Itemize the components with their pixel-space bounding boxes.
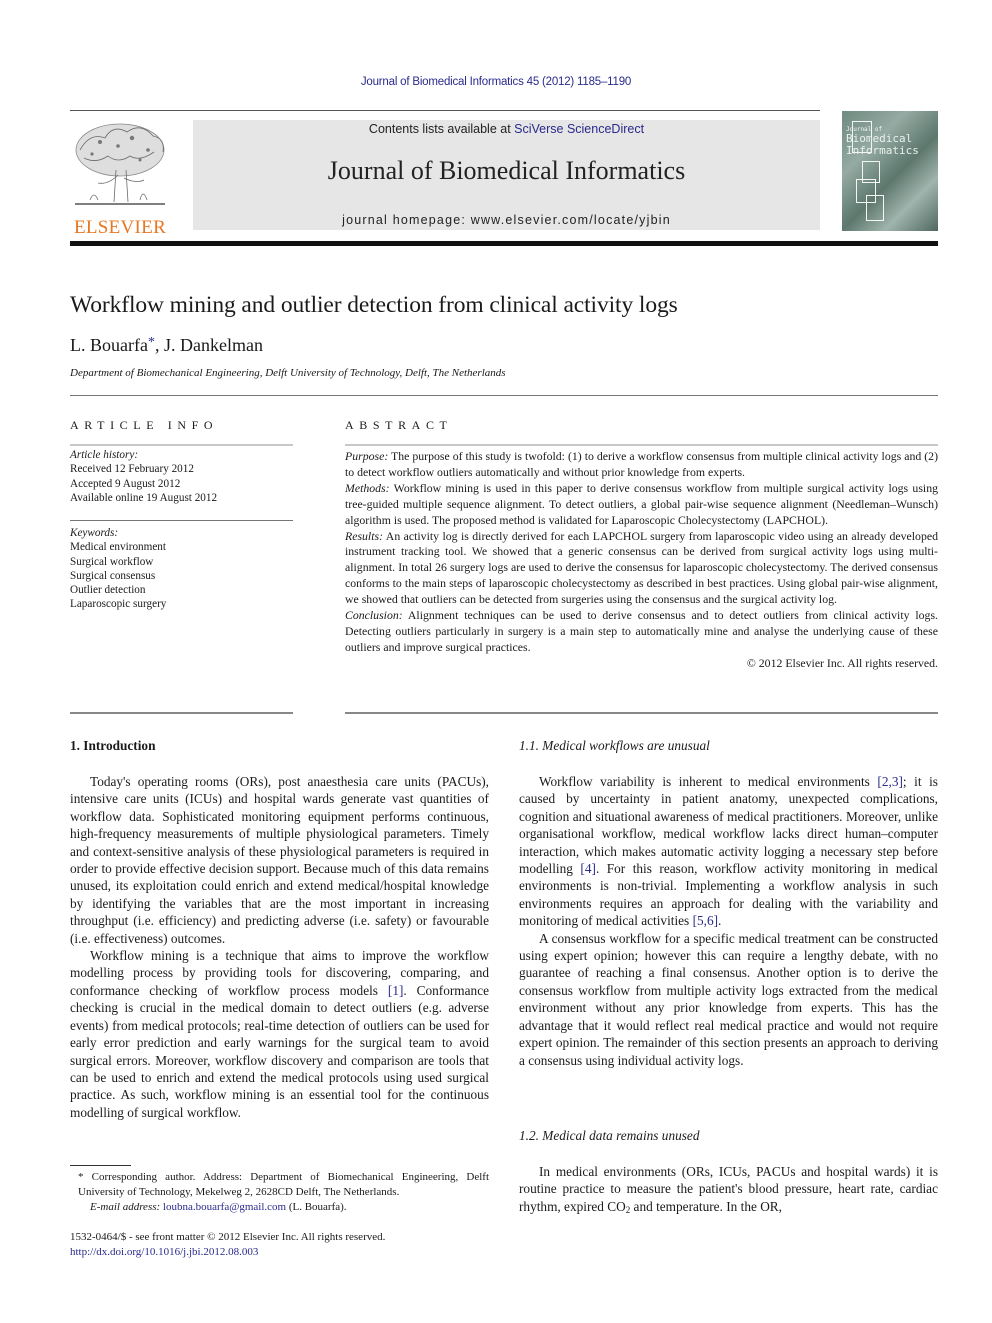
email-suffix: (L. Bouarfa).	[286, 1201, 347, 1213]
text-run: Workflow variability is inherent to medi…	[539, 774, 878, 789]
title-rule	[70, 395, 938, 396]
paragraph: In medical environments (ORs, ICUs, PACU…	[519, 1163, 938, 1215]
body-column-left: Today's operating rooms (ORs), post anae…	[70, 773, 489, 1121]
keyword-item: Surgical workflow	[70, 555, 154, 568]
keywords-rule	[70, 520, 293, 521]
article-info-end-rule	[70, 712, 293, 714]
reference-link[interactable]: [1]	[388, 983, 404, 998]
conclusion-label: Conclusion:	[345, 608, 403, 623]
elsevier-logo[interactable]: ELSEVIER	[70, 120, 170, 238]
email-label: E-mail address:	[90, 1201, 161, 1213]
purpose-label: Purpose:	[345, 449, 389, 463]
subsection-heading-1-1: 1.1. Medical workflows are unusual	[519, 738, 710, 753]
journal-cover-image[interactable]: Journal of Biomedical Informatics	[842, 111, 938, 231]
paragraph: A consensus workflow for a specific medi…	[519, 930, 938, 1068]
contents-prefix: Contents lists available at	[368, 122, 515, 136]
history-online: Available online 19 August 2012	[70, 491, 218, 504]
paragraph: Today's operating rooms (ORs), post anae…	[70, 774, 489, 946]
abstract-rule	[345, 444, 938, 446]
journal-banner: Contents lists available at SciVerse Sci…	[193, 120, 820, 230]
author-name: L. Bouarfa	[70, 335, 148, 355]
journal-homepage[interactable]: journal homepage: www.elsevier.com/locat…	[193, 213, 820, 227]
author-list: L. Bouarfa*, J. Dankelman	[70, 335, 263, 356]
text-run: and temperature. In the OR,	[630, 1198, 782, 1214]
corresponding-author-note: * Corresponding author. Address: Departm…	[78, 1171, 489, 1198]
keyword-item: Medical environment	[70, 541, 166, 554]
cover-decor-box	[866, 195, 884, 221]
abstract-end-rule	[345, 712, 938, 714]
footnote-rule	[70, 1165, 131, 1166]
history-received: Received 12 February 2012	[70, 463, 194, 476]
publisher-wordmark: ELSEVIER	[73, 217, 167, 238]
cover-title: Journal of Biomedical Informatics	[846, 127, 919, 157]
email-link[interactable]: loubna.bouarfa@gmail.com	[163, 1201, 286, 1213]
header-thick-rule	[70, 241, 938, 246]
abstract-results: Results: An activity log is directly der…	[345, 529, 938, 609]
body-column-right-lower: In medical environments (ORs, ICUs, PACU…	[519, 1163, 938, 1215]
footnote: * Corresponding author. Address: Departm…	[70, 1170, 489, 1215]
section-heading-introduction: 1. Introduction	[70, 738, 156, 753]
corresponding-author-marker[interactable]: *	[148, 335, 155, 350]
contents-line: Contents lists available at SciVerse Sci…	[193, 122, 820, 136]
reference-link[interactable]: [4]	[580, 861, 596, 876]
abstract-body: Purpose: The purpose of this study is tw…	[345, 449, 938, 672]
paragraph: Workflow variability is inherent to medi…	[519, 773, 938, 930]
text-run: . Conformance checking is crucial in the…	[70, 982, 490, 1120]
abstract-copyright: © 2012 Elsevier Inc. All rights reserved…	[746, 655, 938, 670]
header-rule	[70, 110, 820, 111]
methods-label: Methods:	[345, 480, 390, 495]
keywords: Keywords: Medical environment Surgical w…	[70, 526, 295, 612]
history-accepted: Accepted 9 August 2012	[70, 477, 181, 490]
reference-link[interactable]: [2,3]	[877, 774, 902, 789]
email-note: E-mail address: loubna.bouarfa@gmail.com…	[70, 1200, 489, 1215]
reference-link[interactable]: [5,6]	[693, 913, 718, 928]
abstract-conclusion: Conclusion: Alignment techniques can be …	[345, 608, 938, 656]
author-name: , J. Dankelman	[154, 335, 263, 355]
body-column-right: Workflow variability is inherent to medi…	[519, 773, 938, 1069]
paragraph: Workflow mining is a technique that aims…	[70, 947, 489, 1121]
abstract-heading: ABSTRACT	[345, 418, 453, 432]
article-info-rule	[70, 444, 293, 446]
sciencedirect-link[interactable]: SciVerse ScienceDirect	[514, 122, 644, 136]
keywords-label: Keywords:	[70, 527, 119, 539]
elsevier-tree-icon	[75, 123, 165, 205]
methods-text: Workflow mining is used in this paper to…	[345, 480, 938, 527]
keyword-item: Outlier detection	[70, 584, 146, 597]
keyword-item: Surgical consensus	[70, 569, 156, 582]
cover-title-line2: Informatics	[846, 144, 919, 157]
subsection-heading-1-2: 1.2. Medical data remains unused	[519, 1128, 700, 1143]
article-history: Article history: Received 12 February 20…	[70, 448, 295, 505]
conclusion-text: Alignment techniques can be used to deri…	[345, 608, 938, 654]
author-affiliation: Department of Biomechanical Engineering,…	[70, 367, 506, 379]
article-history-label: Article history:	[70, 449, 139, 461]
issn-block: 1532-0464/$ - see front matter © 2012 El…	[70, 1230, 385, 1259]
journal-citation[interactable]: Journal of Biomedical Informatics 45 (20…	[0, 76, 992, 88]
article-title: Workflow mining and outlier detection fr…	[70, 292, 678, 318]
journal-title: Journal of Biomedical Informatics	[327, 156, 686, 185]
issn-line: 1532-0464/$ - see front matter © 2012 El…	[70, 1231, 386, 1243]
keyword-item: Laparoscopic surgery	[70, 598, 167, 611]
article-info-heading: ARTICLE INFO	[70, 418, 219, 432]
results-label: Results:	[345, 528, 384, 543]
doi-link[interactable]: http://dx.doi.org/10.1016/j.jbi.2012.08.…	[70, 1246, 258, 1258]
purpose-text: The purpose of this study is twofold: (1…	[345, 449, 938, 479]
abstract-methods: Methods: Workflow mining is used in this…	[345, 481, 938, 529]
text-run: .	[718, 913, 722, 929]
abstract-purpose: Purpose: The purpose of this study is tw…	[345, 449, 938, 481]
results-text: An activity log is directly derived for …	[345, 528, 938, 607]
